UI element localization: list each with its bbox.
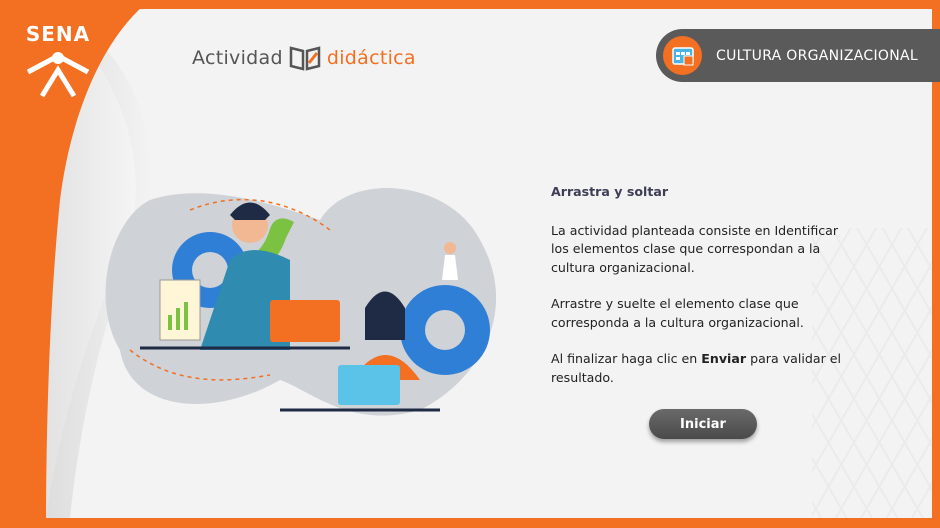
sena-logo: SENA [16, 22, 100, 100]
calendar-board-icon [663, 36, 702, 75]
instructions-paragraph-1: La actividad planteada consiste en Ident… [551, 222, 839, 275]
sena-emblem-icon [26, 52, 90, 98]
activity-word: Actividad [192, 47, 283, 69]
topic-badge-label: CULTURA ORGANIZACIONAL [716, 47, 918, 64]
instructions-paragraph-2: Arrastre y suelte el elemento clase que … [551, 296, 804, 330]
instructions-panel: Arrastra y soltar La actividad planteada… [551, 183, 851, 405]
didactic-word: didáctica [326, 47, 416, 69]
activity-title: Actividad didáctica [192, 42, 416, 74]
send-keyword: Enviar [701, 351, 747, 366]
topic-badge: CULTURA ORGANIZACIONAL [656, 29, 940, 82]
open-book-icon [289, 46, 321, 71]
instructions-heading: Arrastra y soltar [551, 184, 669, 199]
instructions-paragraph-3: Al finalizar haga clic en Enviar para va… [551, 350, 851, 387]
app-frame: SENA Actividad didáctica CULTURA ORGANIZ… [0, 0, 940, 528]
paragraph-3-start: Al finalizar haga clic en [551, 351, 702, 366]
team-work-gears-illustration [105, 187, 497, 416]
start-button[interactable]: Iniciar [649, 409, 757, 439]
